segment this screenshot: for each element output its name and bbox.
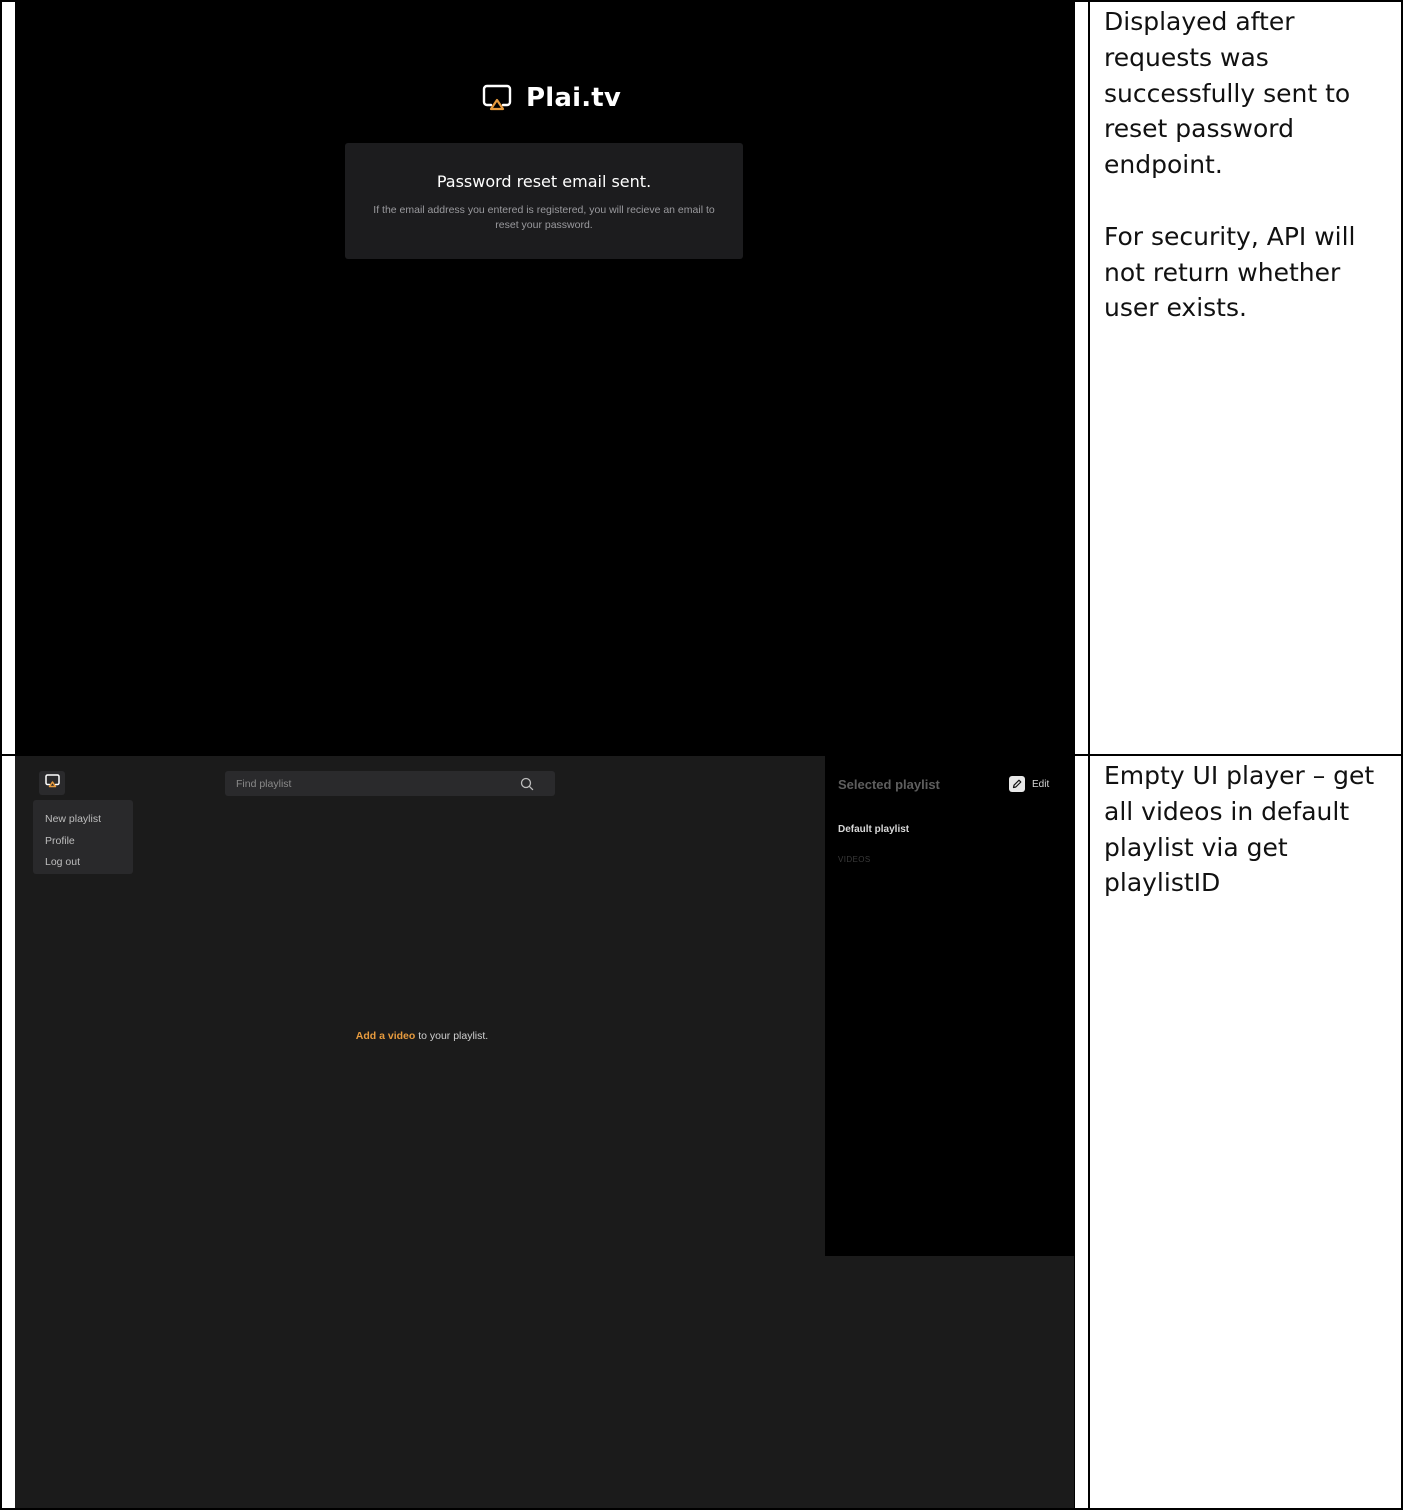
empty-playlist-message: Add a video to your playlist. (15, 1030, 829, 1042)
videos-section-label: VIDEOS (838, 855, 871, 864)
selected-playlist-panel: Selected playlist Edit Default playlist … (825, 756, 1074, 1256)
note-top: Displayed after requests was successfull… (1104, 7, 1356, 323)
edit-label: Edit (1032, 778, 1050, 790)
logo-menu-button[interactable] (39, 771, 65, 795)
reset-card-message: If the email address you entered is regi… (373, 204, 715, 231)
user-menu-dropdown: New playlist Profile Log out (33, 800, 133, 874)
brand: Plai.tv (482, 82, 621, 114)
playlist-name[interactable]: Default playlist (838, 824, 909, 835)
table-border-left (0, 0, 2, 1510)
menu-item-new-playlist[interactable]: New playlist (33, 809, 133, 831)
plai-logo-icon (44, 773, 60, 793)
panel-title: Selected playlist (838, 777, 940, 792)
empty-player-screen: New playlist Profile Log out Add a video… (15, 756, 1074, 1508)
edit-button[interactable]: Edit (1009, 776, 1049, 792)
reset-card-title: Password reset email sent. (436, 172, 652, 191)
note-bottom: Empty UI player – get all videos in defa… (1104, 761, 1375, 898)
menu-item-log-out[interactable]: Log out (33, 852, 133, 874)
table-border-divider-b (1088, 0, 1090, 1510)
edit-pencil-icon (1009, 776, 1025, 792)
menu-item-profile[interactable]: Profile (33, 831, 133, 853)
reset-confirmation-card: Password reset email sent. If the email … (345, 143, 743, 259)
empty-message-rest: to your playlist. (415, 1030, 489, 1042)
search-icon[interactable] (519, 776, 535, 792)
playlist-search (225, 771, 555, 796)
search-input[interactable] (225, 771, 515, 796)
brand-name: Plai.tv (526, 83, 622, 113)
password-reset-screen: Plai.tv Password reset email sent. If th… (15, 2, 1074, 754)
add-video-link[interactable]: Add a video (356, 1030, 416, 1042)
plai-logo-icon (482, 84, 512, 112)
